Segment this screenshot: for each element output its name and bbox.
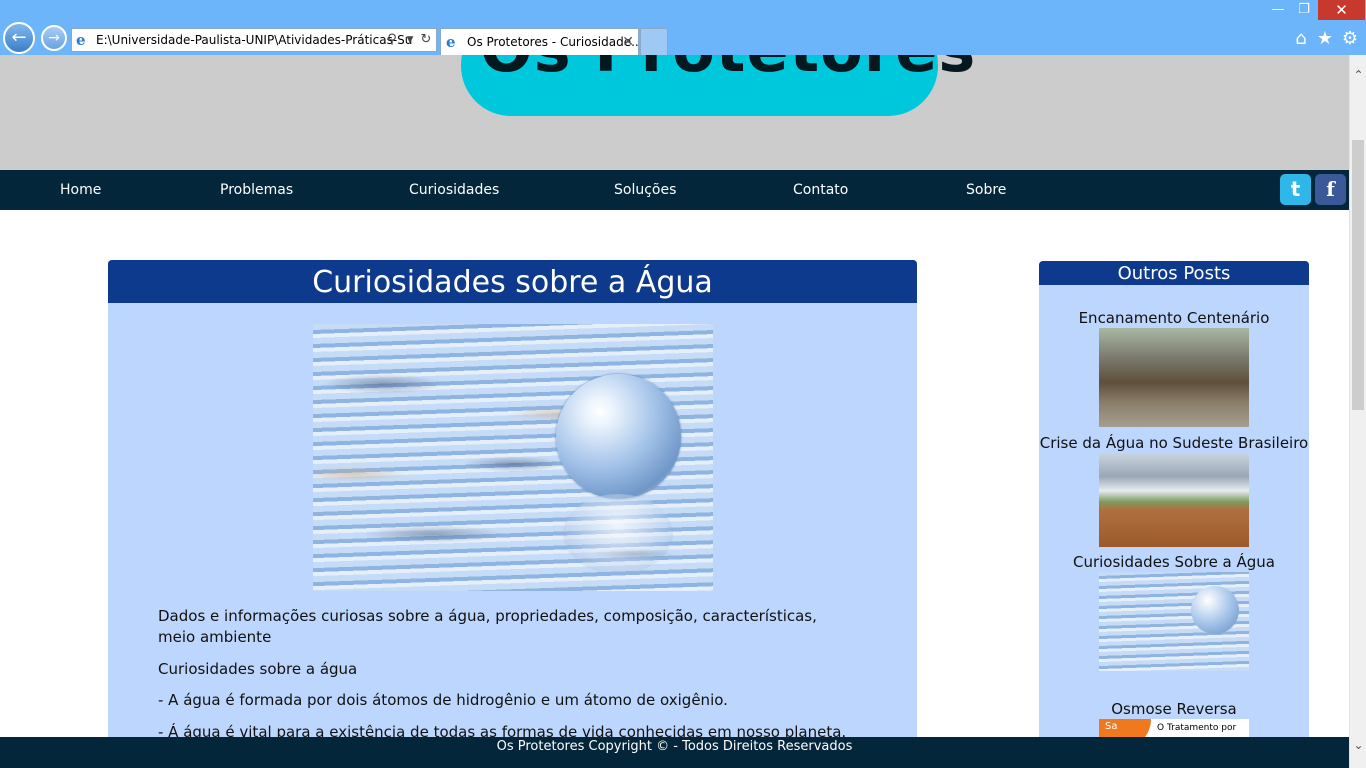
address-text: E:\Universidade-Paulista-UNIP\Atividades… [96,33,413,47]
post-link-encanamento[interactable]: Encanamento Centenário [1039,309,1309,327]
article-panel: Curiosidades sobre a Água Dados e inform… [108,260,917,750]
restore-icon[interactable]: ❐ [1294,0,1314,20]
post-thumbnail-crise[interactable] [1099,453,1249,547]
facebook-icon[interactable]: f [1315,174,1346,205]
scroll-down-icon[interactable]: ⌄ [1350,737,1366,754]
scroll-up-icon[interactable]: ⌃ [1350,67,1366,84]
osmose-thumb-text: O Tratamento por [1157,723,1237,733]
close-window-icon[interactable]: ✕ [1318,0,1365,20]
article-paragraph: Dados e informações curiosas sobre a águ… [158,607,817,646]
nav-contato[interactable]: Contato [793,170,848,210]
article-paragraph: Curiosidades sobre a água [158,660,358,678]
tab-active[interactable]: e Os Protetores - Curiosidade... ✕ [440,28,639,55]
nav-problemas[interactable]: Problemas [220,170,293,210]
settings-gear-icon[interactable]: ⚙ [1339,28,1361,50]
back-arrow-icon[interactable]: ← [3,22,35,54]
nav-curiosidades[interactable]: Curiosidades [409,170,499,210]
post-thumbnail-encanamento[interactable] [1099,328,1249,427]
ie-tab-icon: e [446,33,456,51]
site-header: Os Protetores [0,55,1349,170]
site-footer: Os Protetores Copyright © - Todos Direit… [0,737,1349,768]
close-tab-icon[interactable]: ✕ [622,29,634,55]
sidebar-panel: Outros Posts Encanamento Centenário Cris… [1039,261,1309,751]
refresh-icon[interactable]: ↻ [418,29,434,51]
nav-solucoes[interactable]: Soluções [614,170,676,210]
dropdown-icon[interactable]: ▼ [402,29,418,51]
post-link-osmose[interactable]: Osmose Reversa [1039,700,1309,718]
scroll-thumb[interactable] [1352,140,1364,410]
sidebar-title: Outros Posts [1039,261,1309,285]
article-paragraph: - A água é formada por dois átomos de hi… [158,691,728,709]
tab-title: Os Protetores - Curiosidade... [467,35,639,49]
post-link-crise[interactable]: Crise da Água no Sudeste Brasileiro [1039,434,1309,452]
browser-chrome: ← → e E:\Universidade-Paulista-UNIP\Ativ… [0,0,1366,55]
nav-sobre[interactable]: Sobre [966,170,1006,210]
address-bar[interactable]: e E:\Universidade-Paulista-UNIP\Atividad… [71,28,437,52]
search-icon[interactable]: ⚲ [384,29,400,51]
sphere-reflection [563,494,673,574]
home-icon[interactable]: ⌂ [1290,28,1312,50]
mini-sphere-shape [1191,586,1239,634]
forward-arrow-icon[interactable]: → [41,25,67,51]
minimize-icon[interactable]: — [1268,0,1288,20]
sphere-shape [556,374,681,499]
article-title: Curiosidades sobre a Água [108,260,917,303]
page-scrollbar[interactable]: ⌃ ⌄ [1349,55,1366,768]
post-thumbnail-curiosidades[interactable] [1099,572,1249,671]
main-nav: Home Problemas Curiosidades Soluções Con… [0,170,1349,210]
ie-logo-icon: e [76,31,86,49]
post-link-curiosidades[interactable]: Curiosidades Sobre a Água [1039,553,1309,571]
favorites-star-icon[interactable]: ★ [1314,28,1336,50]
site-logo[interactable]: Os Protetores [480,55,976,85]
nav-home[interactable]: Home [60,170,101,210]
twitter-icon[interactable]: t [1280,174,1311,205]
water-sphere-image [313,324,713,591]
new-tab-button[interactable] [640,28,668,55]
